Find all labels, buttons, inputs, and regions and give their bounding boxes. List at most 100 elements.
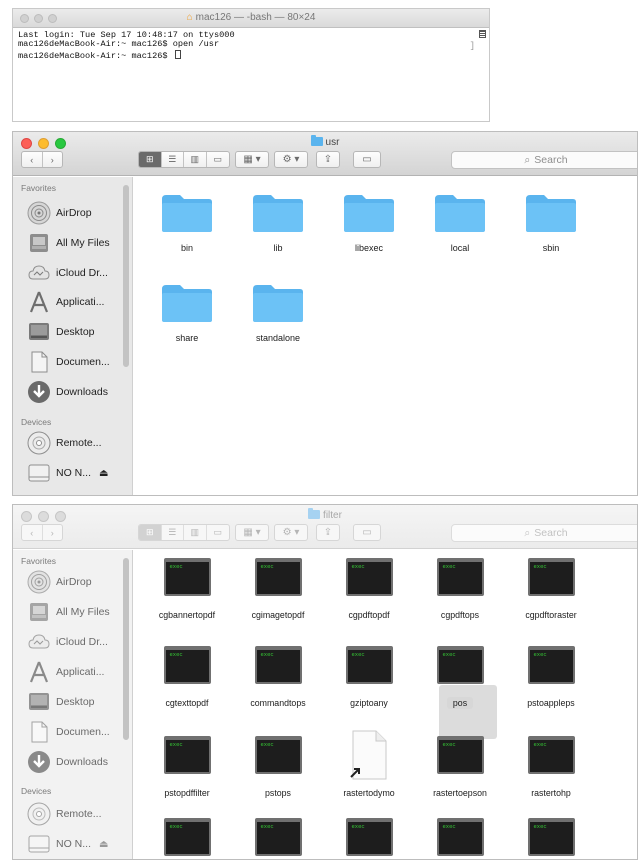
sidebar-item-applications[interactable]: Applicati... [27, 290, 122, 314]
action-button[interactable]: ⚙ ▾ [274, 524, 308, 541]
exec-file-item[interactable]: exec cgbannertopdf [146, 558, 228, 620]
exec-file-item[interactable]: exec pstopdffilter [146, 736, 228, 798]
window-title: filter [13, 508, 637, 521]
sidebar-item-icloud-drive[interactable]: iCloud Dr... [27, 261, 122, 285]
exec-file-item[interactable]: exec pstops [237, 736, 319, 798]
sidebar-item-no-name-volume[interactable]: NO N... ⏏ [27, 832, 122, 856]
applications-icon [29, 661, 49, 683]
arrange-button[interactable]: ▦ ▾ [235, 524, 269, 541]
terminal-exec-icon: exec [436, 818, 484, 856]
exec-file-item[interactable]: exec rastertohp [510, 736, 592, 798]
eject-icon[interactable]: ⏏ [99, 839, 108, 850]
folder-item-libexec[interactable]: libexec [328, 193, 410, 253]
sidebar-item-airdrop[interactable]: AirDrop [27, 570, 122, 594]
arrange-button[interactable]: ▦ ▾ [235, 151, 269, 168]
folder-name: lib [273, 243, 283, 253]
sidebar-item-documents[interactable]: Documen... [27, 350, 122, 374]
icloud-drive-icon [28, 634, 50, 649]
forward-button[interactable]: › [43, 525, 63, 540]
exec-file-item[interactable]: exec cgimagetopdf [237, 558, 319, 620]
sidebar-item-no-name-volume[interactable]: NO N... ⏏ [27, 461, 122, 485]
exec-file-item[interactable]: exec [328, 818, 410, 856]
terminal-scroll-bracket: ] [469, 41, 475, 51]
terminal-exec-icon: exec [254, 818, 302, 856]
back-button[interactable]: ‹ [22, 152, 43, 167]
sidebar: Favorites AirDrop All My Files iCloud Dr… [13, 550, 133, 859]
sidebar-scrollbar[interactable] [123, 558, 129, 740]
sidebar-item-desktop[interactable]: Desktop [27, 690, 122, 714]
edit-tags-button[interactable]: ▭ [353, 524, 381, 541]
exec-file-item[interactable]: exec commandtops [237, 646, 319, 708]
terminal-exec-icon: exec [254, 558, 302, 596]
sidebar-item-airdrop[interactable]: AirDrop [27, 201, 122, 225]
grid-icon: ▦ ▾ [243, 527, 261, 538]
exec-file-item[interactable]: exec [510, 818, 592, 856]
terminal-title: ⌂ mac126 — -bash — 80×24 [186, 12, 316, 23]
finder-window-usr[interactable]: usr ‹ › ⊞ ☰ ▥ ▭ ▦ ▾ ⚙ ▾ ⇪ ▭ ⌕ Search Favo… [12, 131, 638, 496]
column-view-icon[interactable]: ▥ [184, 152, 207, 167]
folder-item-local[interactable]: local [419, 193, 501, 253]
sidebar-item-downloads[interactable]: Downloads [27, 750, 122, 774]
finder-toolbar[interactable]: filter ‹ › ⊞ ☰ ▥ ▭ ▦ ▾ ⚙ ▾ ⇪ ▭ ⌕ Search [13, 505, 637, 549]
exec-file-item[interactable]: exec gziptoany [328, 646, 410, 708]
exec-file-item[interactable]: exec [237, 818, 319, 856]
forward-button[interactable]: › [43, 152, 63, 167]
folder-item-share[interactable]: share [146, 283, 228, 343]
sidebar-item-label: NO N... [56, 838, 92, 850]
exec-file-item[interactable]: exec cgtexttopdf [146, 646, 228, 708]
icon-view-icon[interactable]: ⊞ [139, 152, 162, 167]
folder-item-lib[interactable]: lib [237, 193, 319, 253]
folder-item-bin[interactable]: bin [146, 193, 228, 253]
exec-file-item[interactable]: exec pstoappleps [510, 646, 592, 708]
terminal-exec-icon: exec [436, 736, 484, 774]
cover-flow-icon[interactable]: ▭ [207, 152, 229, 167]
terminal-output[interactable]: Last login: Tue Sep 17 10:48:17 on ttys0… [18, 30, 235, 61]
sidebar: Favorites AirDrop All My Files iCloud Dr… [13, 177, 133, 495]
sidebar-item-desktop[interactable]: Desktop [27, 320, 122, 344]
file-name: cgpdftopdf [348, 610, 390, 620]
view-mode-control: ⊞ ☰ ▥ ▭ [138, 524, 230, 541]
exec-file-item[interactable]: exec cgpdftopdf [328, 558, 410, 620]
alias-document-item[interactable]: rastertodymo [328, 730, 410, 798]
exec-file-item[interactable]: exec cgpdftops [419, 558, 501, 620]
sidebar-item-icloud-drive[interactable]: iCloud Dr... [27, 630, 122, 654]
file-name: cgpdftops [440, 610, 480, 620]
sidebar-item-remote-disc[interactable]: Remote... [27, 431, 122, 455]
folder-item-standalone[interactable]: standalone [237, 283, 319, 343]
terminal-titlebar[interactable]: ⌂ mac126 — -bash — 80×24 [13, 9, 489, 28]
terminal-window[interactable]: ⌂ mac126 — -bash — 80×24 Last login: Tue … [12, 8, 490, 122]
finder-toolbar[interactable]: usr ‹ › ⊞ ☰ ▥ ▭ ▦ ▾ ⚙ ▾ ⇪ ▭ ⌕ Search [13, 132, 637, 176]
folder-item-sbin[interactable]: sbin [510, 193, 592, 253]
sidebar-item-all-my-files[interactable]: All My Files [27, 231, 122, 255]
search-input[interactable]: ⌕ Search [451, 151, 637, 169]
exec-file-item[interactable]: exec rastertoepson [419, 736, 501, 798]
terminal-exec-icon: exec [436, 558, 484, 596]
sidebar-scrollbar[interactable] [123, 185, 129, 367]
sidebar-item-downloads[interactable]: Downloads [27, 380, 122, 404]
sidebar-item-documents[interactable]: Documen... [27, 720, 122, 744]
exec-file-item[interactable]: exec [146, 818, 228, 856]
sidebar-item-applications[interactable]: Applicati... [27, 660, 122, 684]
eject-icon[interactable]: ⏏ [99, 468, 108, 479]
search-input[interactable]: ⌕ Search [451, 524, 637, 542]
exec-file-item[interactable]: exec [419, 818, 501, 856]
tag-icon: ▭ [362, 527, 372, 538]
cover-flow-icon[interactable]: ▭ [207, 525, 229, 540]
list-view-icon[interactable]: ☰ [162, 525, 184, 540]
share-button[interactable]: ⇪ [316, 151, 340, 168]
action-button[interactable]: ⚙ ▾ [274, 151, 308, 168]
sidebar-item-label: All My Files [56, 237, 110, 249]
list-view-icon[interactable]: ☰ [162, 152, 184, 167]
share-button[interactable]: ⇪ [316, 524, 340, 541]
folder-name: share [175, 333, 199, 343]
edit-tags-button[interactable]: ▭ [353, 151, 381, 168]
icon-view-icon[interactable]: ⊞ [139, 525, 162, 540]
exec-file-item-selected[interactable]: exec pos [419, 646, 501, 709]
exec-file-item[interactable]: exec cgpdftoraster [510, 558, 592, 620]
column-view-icon[interactable]: ▥ [184, 525, 207, 540]
terminal-scroll-icon[interactable] [479, 30, 486, 38]
sidebar-item-remote-disc[interactable]: Remote... [27, 802, 122, 826]
back-button[interactable]: ‹ [22, 525, 43, 540]
finder-window-filter[interactable]: filter ‹ › ⊞ ☰ ▥ ▭ ▦ ▾ ⚙ ▾ ⇪ ▭ ⌕ Search F… [12, 504, 638, 860]
sidebar-item-all-my-files[interactable]: All My Files [27, 600, 122, 624]
